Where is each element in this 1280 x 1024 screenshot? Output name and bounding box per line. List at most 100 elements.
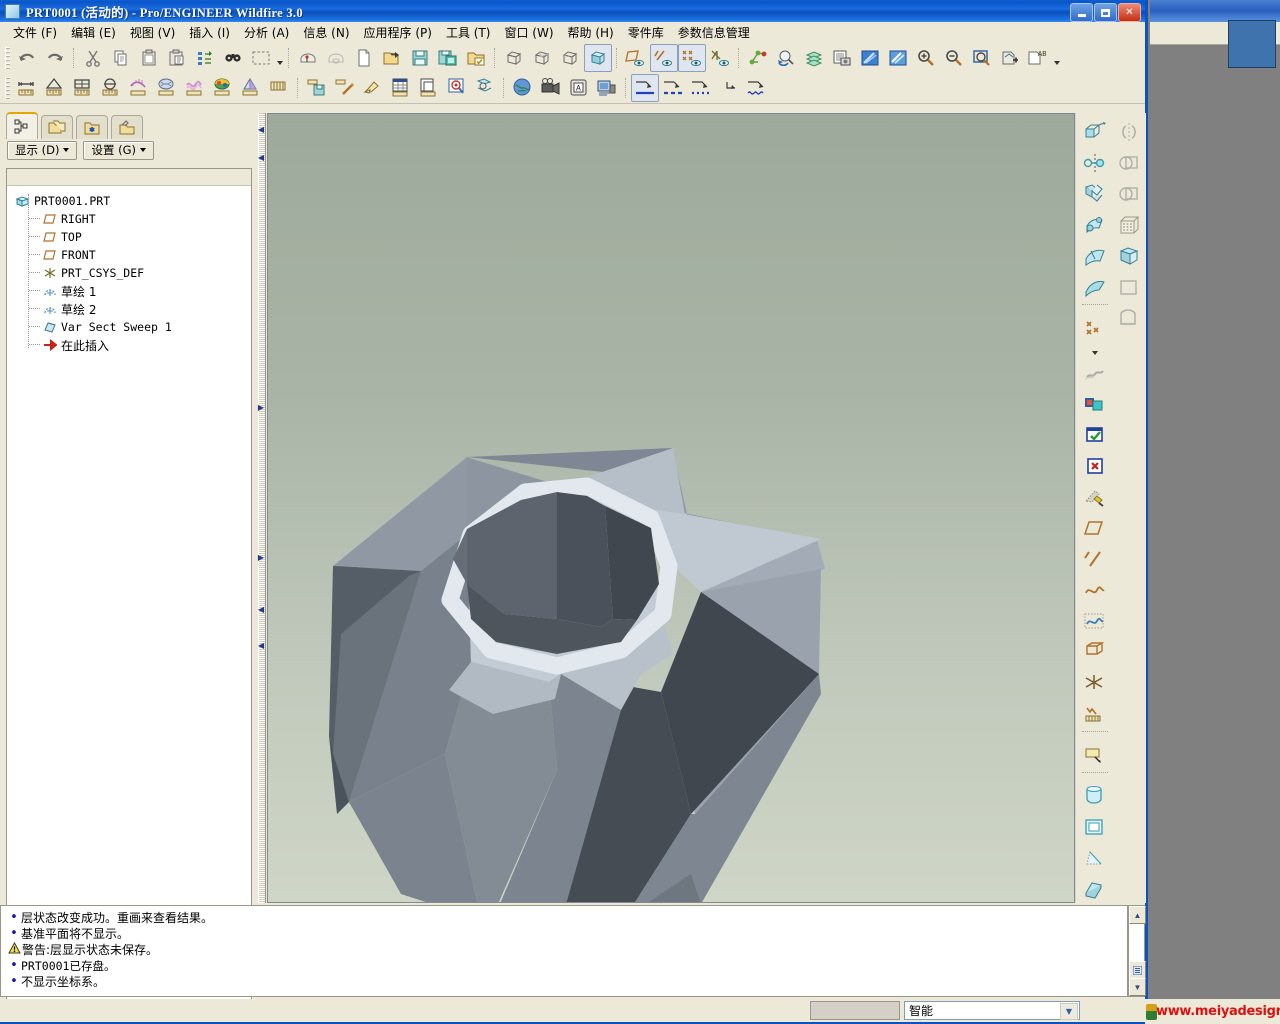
open-file-icon[interactable] (378, 44, 406, 72)
blend-icon[interactable] (1079, 210, 1111, 240)
curvature-icon[interactable] (125, 74, 153, 102)
datum-axis-visibility-icon[interactable] (650, 44, 678, 72)
zoom-out-icon[interactable] (940, 44, 968, 72)
toolbar-grip[interactable] (5, 47, 10, 69)
appearance-icon[interactable] (856, 44, 884, 72)
datum-curve-sketched-icon[interactable] (1079, 606, 1111, 636)
annotation-icon[interactable]: AB (1024, 44, 1052, 72)
graphics-window[interactable] (267, 113, 1075, 903)
menu-file[interactable]: 文件 (F) (6, 22, 64, 43)
splitter-arrow-left[interactable]: ◀ (257, 605, 265, 614)
menu-view[interactable]: 视图 (V) (123, 22, 182, 43)
menu-tools[interactable]: 工具 (T) (439, 22, 498, 43)
draft-icon[interactable] (1079, 843, 1111, 873)
save-icon[interactable] (406, 44, 434, 72)
insert-mode-icon[interactable] (996, 44, 1024, 72)
datum-point-icon[interactable] (1079, 313, 1111, 343)
toolbar-grip-2[interactable] (5, 77, 10, 99)
geometry-check-icon[interactable] (471, 74, 499, 102)
revolve-icon[interactable] (1079, 148, 1111, 178)
undo-icon[interactable] (13, 44, 41, 72)
menu-edit[interactable]: 编辑 (E) (64, 22, 123, 43)
menu-insert[interactable]: 插入 (I) (182, 22, 237, 43)
scroll-up-button[interactable]: ▲ (1129, 906, 1146, 924)
zoom-in-icon[interactable] (912, 44, 940, 72)
list-item[interactable]: PRT0001.PRT (15, 192, 251, 210)
datum-point-visibility-icon[interactable] (678, 44, 706, 72)
rib-icon[interactable] (1079, 874, 1111, 904)
measure-distance-icon[interactable] (13, 74, 41, 102)
save-analysis-icon[interactable] (303, 74, 331, 102)
shaded-curvature-icon[interactable] (209, 74, 237, 102)
splitter-arrow-up[interactable]: ◀ (257, 125, 265, 134)
list-item[interactable]: FRONT (15, 246, 251, 264)
shaded-icon[interactable] (584, 44, 612, 72)
repaint-icon[interactable] (500, 44, 528, 72)
menu-help[interactable]: 帮助 (H) (561, 22, 621, 43)
maximize-button[interactable] (1094, 3, 1117, 22)
splitter-arrow-up-2[interactable]: ◀ (257, 153, 265, 162)
datum-axis-icon[interactable] (1079, 544, 1111, 574)
model-tree-icon[interactable] (828, 44, 856, 72)
datum-point-dropdown-icon[interactable] (1078, 344, 1112, 358)
graph-icon[interactable] (1079, 699, 1111, 729)
splitter-arrow-right-2[interactable]: ▶ (257, 553, 265, 562)
list-item[interactable]: Var Sect Sweep 1 (15, 318, 251, 336)
message-area[interactable]: • 层状态改变成功。重画来查看结果。 • 基准平面将不显示。 警告:层显示状态未… (0, 905, 1128, 997)
resume-icon[interactable] (1079, 420, 1111, 450)
redo-icon[interactable] (41, 44, 69, 72)
offset-plane-icon[interactable] (1079, 740, 1111, 770)
hidden-line-icon[interactable] (556, 44, 584, 72)
tree-show-button[interactable]: 显示 (D) (7, 140, 78, 160)
paste-special-icon[interactable] (163, 44, 191, 72)
sweep-icon[interactable] (1079, 179, 1111, 209)
datum-plane-visibility-icon[interactable] (622, 44, 650, 72)
delete-icon[interactable] (1079, 451, 1111, 481)
cut-icon[interactable] (79, 44, 107, 72)
annotation-dropdown-icon[interactable] (1052, 45, 1061, 71)
model-player-icon[interactable] (593, 74, 621, 102)
model-tree-list-area[interactable]: PRT0001.PRT RIGHT TOP FRONT PRT_CSYS_DEF… (6, 168, 252, 1013)
menu-analysis[interactable]: 分析 (A) (237, 22, 296, 43)
swept-blend-icon[interactable] (1079, 272, 1111, 302)
copy-icon[interactable] (107, 44, 135, 72)
style-dashed-icon[interactable] (659, 74, 687, 102)
cosmetic-thread-icon[interactable] (1079, 358, 1111, 388)
style-wavy-icon[interactable] (743, 74, 771, 102)
extrude-icon[interactable] (1079, 117, 1111, 147)
regenerate-icon[interactable] (191, 44, 219, 72)
fill-icon[interactable] (1113, 241, 1145, 271)
list-item[interactable]: 草绘 2 (15, 300, 251, 318)
playback-icon[interactable] (537, 74, 565, 102)
tab-connections[interactable] (111, 115, 143, 139)
inspect-icon[interactable] (443, 74, 471, 102)
csys-icon[interactable] (1079, 668, 1111, 698)
panel-splitter[interactable]: ◀ ◀ ▶ ▶ ◀ ◀ (255, 113, 267, 903)
global-interference-icon[interactable] (509, 74, 537, 102)
datum-csys-visibility-icon[interactable] (706, 44, 734, 72)
table-analysis-icon[interactable] (387, 74, 415, 102)
annotate-icon[interactable]: A (565, 74, 593, 102)
list-item[interactable]: TOP (15, 228, 251, 246)
select-dropdown-icon[interactable] (275, 45, 284, 71)
reorient-icon[interactable] (772, 44, 800, 72)
highlight-icon[interactable] (359, 74, 387, 102)
find-icon[interactable] (219, 44, 247, 72)
menu-part-library[interactable]: 零件库 (621, 22, 671, 43)
minimize-button[interactable] (1070, 3, 1093, 22)
list-item[interactable]: RIGHT (15, 210, 251, 228)
trim-icon[interactable] (1113, 179, 1145, 209)
refit-icon[interactable] (968, 44, 996, 72)
splitter-arrow-left-2[interactable]: ◀ (257, 641, 265, 650)
menu-applications[interactable]: 应用程序 (P) (357, 22, 439, 43)
variable-sweep-icon[interactable] (1079, 241, 1111, 271)
tab-model-tree[interactable] (6, 112, 38, 139)
style-phantom-icon[interactable] (715, 74, 743, 102)
close-button[interactable]: ✕ (1118, 3, 1141, 22)
tree-settings-button[interactable]: 设置 (G) (83, 140, 155, 160)
splitter-arrow-right[interactable]: ▶ (257, 403, 265, 412)
hole-icon[interactable] (1079, 781, 1111, 811)
spin-center-icon[interactable] (744, 44, 772, 72)
menu-parameter-info[interactable]: 参数信息管理 (671, 22, 757, 43)
paste-icon[interactable] (135, 44, 163, 72)
